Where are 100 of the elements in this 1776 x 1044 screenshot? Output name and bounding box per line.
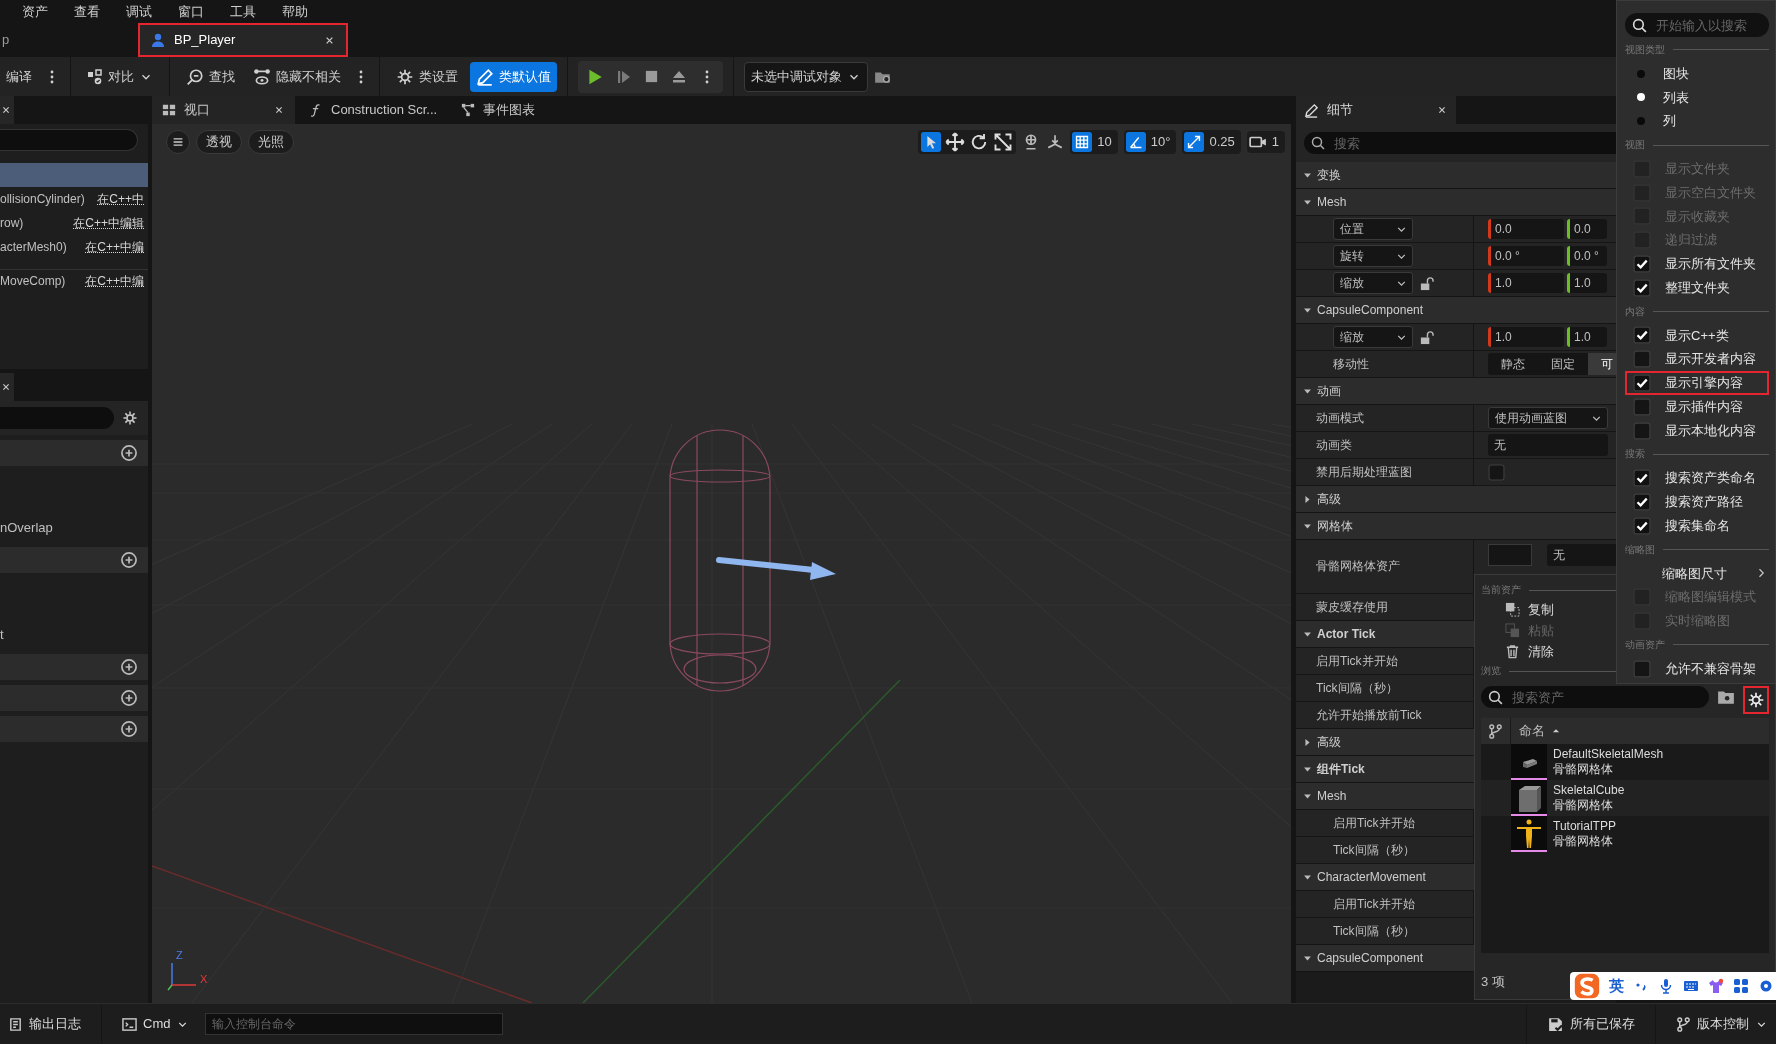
step-icon[interactable] — [616, 68, 632, 85]
tab[interactable]: 事件图表 — [451, 96, 546, 124]
surface-snap-icon[interactable] — [1046, 133, 1065, 151]
close-icon[interactable] — [273, 104, 285, 116]
microphone-icon[interactable] — [1658, 978, 1674, 994]
number-field[interactable]: 0.0 — [1567, 219, 1607, 239]
checkbox[interactable] — [1633, 659, 1651, 678]
list-item[interactable]: t — [0, 627, 4, 643]
settings-button[interactable] — [1743, 686, 1769, 714]
debug-object-dropdown[interactable]: 未选中调试对象 — [744, 61, 868, 92]
segment-option[interactable]: 固定 — [1538, 353, 1588, 375]
search-field[interactable]: 开始输入以搜索 — [1654, 13, 1769, 37]
menu-item[interactable]: 显示插件内容 — [1625, 394, 1769, 419]
section-header[interactable] — [0, 716, 148, 742]
menu-item[interactable]: 调试 — [126, 3, 152, 20]
folder-icon[interactable] — [1717, 688, 1736, 706]
component-row[interactable]: row) 在C++中编辑 — [0, 211, 148, 235]
shirt-icon[interactable] — [1708, 978, 1724, 994]
scale-icon[interactable] — [993, 132, 1014, 152]
component-row[interactable]: MoveComp) 在C++中编 — [0, 269, 148, 293]
asset-row[interactable]: SkeletalCube 骨骼网格体 — [1481, 780, 1769, 816]
add-icon[interactable] — [120, 658, 138, 676]
close-icon[interactable] — [0, 381, 12, 393]
checkbox[interactable] — [1633, 350, 1651, 369]
section-header[interactable]: Mesh — [1317, 194, 1347, 210]
section-header[interactable] — [0, 547, 148, 573]
checkbox[interactable] — [1488, 463, 1505, 481]
list-item[interactable]: nOverlap — [0, 520, 53, 536]
language-toggle[interactable]: 英 — [1609, 977, 1624, 995]
checkbox[interactable] — [1633, 326, 1651, 345]
find-button[interactable]: 查找 — [180, 61, 241, 92]
section-header[interactable]: 变换 — [1317, 167, 1341, 183]
menu-button[interactable] — [166, 130, 190, 154]
menu-item[interactable]: 搜索资产路径 — [1625, 490, 1769, 514]
section-header[interactable]: 组件Tick — [1317, 761, 1365, 777]
segment-option[interactable]: 可 — [1588, 353, 1616, 375]
section-header[interactable]: CapsuleComponent — [1317, 950, 1424, 966]
angle-icon[interactable] — [1125, 132, 1146, 152]
document-tab[interactable]: BP_Player — [138, 23, 348, 57]
add-icon[interactable] — [120, 551, 138, 569]
move-icon[interactable] — [945, 132, 966, 152]
checkbox[interactable] — [1633, 469, 1651, 488]
console-field[interactable]: 输入控制台命令 — [205, 1013, 504, 1035]
menu-item[interactable]: 允许不兼容骨架 — [1625, 656, 1769, 681]
menu-item[interactable]: 搜索资产类命名 — [1625, 466, 1769, 491]
menu-item[interactable]: 列 — [1625, 109, 1769, 134]
asset-row[interactable]: TutorialTPP 骨骼网格体 — [1481, 816, 1769, 852]
section-header[interactable] — [0, 685, 148, 711]
checkbox[interactable] — [1633, 493, 1651, 512]
settings-icon[interactable] — [122, 410, 138, 426]
hide-unrelated-button[interactable]: 隐藏不相关 — [247, 61, 347, 92]
number-field[interactable]: 0.0 — [1488, 219, 1564, 239]
add-icon[interactable] — [120, 444, 138, 462]
section-header[interactable]: 高级 — [1317, 491, 1341, 507]
number-field[interactable]: 0.0 ° — [1488, 246, 1564, 266]
add-icon[interactable] — [120, 689, 138, 707]
dropdown[interactable]: 缩放 — [1333, 272, 1413, 294]
scale-snap-icon[interactable] — [1184, 132, 1205, 152]
edit-in-cpp-link[interactable]: 在C++中编辑 — [73, 215, 144, 231]
grid-icon[interactable] — [1072, 132, 1093, 152]
number-field[interactable]: 1.0 — [1567, 273, 1607, 293]
menu-item[interactable]: 搜索集命名 — [1625, 513, 1769, 538]
checkbox[interactable] — [1633, 516, 1651, 535]
component-row[interactable]: ollisionCylinder) 在C++中 — [0, 187, 148, 211]
menu-item[interactable]: 显示C++类 — [1625, 323, 1769, 348]
checkbox[interactable] — [1633, 255, 1651, 274]
checkbox[interactable] — [1633, 397, 1651, 416]
camera-speed-control[interactable]: 1 — [1246, 131, 1285, 153]
source-control-button[interactable]: 版本控制 — [1668, 1009, 1776, 1039]
snap-control[interactable]: 0.25 — [1182, 130, 1241, 154]
menu-item[interactable]: 缩略图尺寸 — [1625, 561, 1769, 586]
section-header[interactable]: 动画 — [1317, 383, 1341, 399]
unlocked-icon[interactable] — [1419, 329, 1434, 345]
section-header[interactable] — [0, 440, 148, 466]
close-icon[interactable] — [0, 104, 12, 116]
save-status-button[interactable]: 所有已保存 — [1539, 1009, 1643, 1039]
keyboard-icon[interactable] — [1683, 978, 1699, 994]
view-mode-button[interactable]: 透视 — [196, 130, 242, 154]
search-field[interactable] — [0, 129, 138, 151]
unlocked-icon[interactable] — [1419, 275, 1434, 291]
tab[interactable]: Construction Scr... — [299, 96, 448, 124]
compile-button[interactable]: 编译 — [0, 61, 38, 92]
search-box[interactable]: 搜索资产 — [1481, 686, 1710, 708]
close-icon[interactable] — [1436, 104, 1448, 116]
menu-item[interactable]: 显示引擎内容 — [1625, 371, 1769, 395]
section-header[interactable]: Mesh — [1317, 788, 1347, 804]
tab[interactable]: 细节 — [1296, 96, 1456, 124]
document-tab[interactable]: p — [0, 23, 138, 57]
edit-in-cpp-link[interactable]: 在C++中 — [97, 191, 144, 207]
apps-icon[interactable] — [1733, 978, 1749, 994]
dropdown[interactable]: 缩放 — [1333, 326, 1413, 348]
checkbox[interactable] — [1633, 421, 1651, 440]
diff-button[interactable]: 对比 — [81, 61, 159, 92]
section-header[interactable] — [0, 654, 148, 680]
menu-item[interactable]: 窗口 — [178, 3, 204, 20]
play-icon[interactable] — [586, 67, 604, 86]
menu-item[interactable]: 帮助 — [282, 3, 308, 20]
asset-field[interactable]: 无 — [1547, 544, 1616, 566]
snap-control[interactable]: 10 — [1070, 130, 1118, 154]
menu-item[interactable]: 显示开发者内容 — [1625, 347, 1769, 372]
